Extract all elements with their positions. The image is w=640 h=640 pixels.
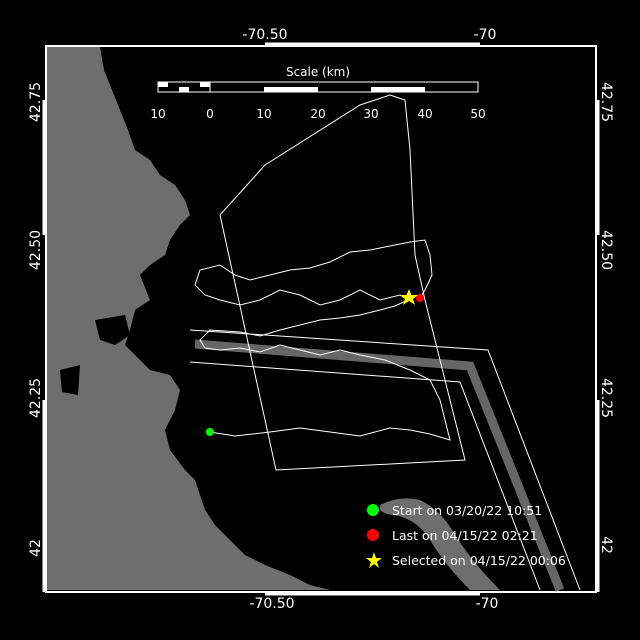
legend-selected-label: Selected on 04/15/22 00:06 bbox=[392, 552, 566, 568]
right-lat-label: 42.75 bbox=[598, 81, 614, 123]
right-lat-label: 42.25 bbox=[598, 377, 614, 419]
scale-tick-label: 10 bbox=[256, 107, 272, 121]
legend-last: Last on 04/15/22 02:21 bbox=[366, 526, 538, 544]
scale-tick-label: 40 bbox=[417, 107, 433, 121]
right-lat-label: 42.50 bbox=[598, 229, 614, 271]
legend-selected: Selected on 04/15/22 00:06 bbox=[366, 551, 566, 569]
selected-star-icon bbox=[366, 552, 382, 568]
start-marker bbox=[206, 428, 214, 436]
legend-start: Start on 03/20/22 10:51 bbox=[366, 501, 542, 519]
scale-tick-label: 10 bbox=[150, 107, 166, 121]
left-lat-label: 42.75 bbox=[28, 81, 44, 123]
bottom-lon-label: -70 bbox=[475, 596, 499, 612]
legend-start-label: Start on 03/20/22 10:51 bbox=[392, 502, 543, 518]
map-canvas bbox=[42, 42, 600, 596]
scale-tick-label: 20 bbox=[310, 107, 326, 121]
top-lon-label: -70 bbox=[473, 27, 497, 43]
left-lat-label: 42.25 bbox=[28, 377, 44, 419]
left-lat-label: 42.50 bbox=[28, 229, 44, 271]
start-dot-icon bbox=[367, 504, 379, 516]
scale-tick-label: 50 bbox=[470, 107, 486, 121]
left-lat-label: 42 bbox=[28, 539, 44, 557]
scale-tick-label: 0 bbox=[206, 107, 214, 121]
last-dot-icon bbox=[367, 529, 379, 541]
scale-bar bbox=[157, 81, 479, 93]
scale-title: Scale (km) bbox=[285, 65, 351, 79]
legend-last-label: Last on 04/15/22 02:21 bbox=[392, 527, 538, 543]
right-lat-label: 42 bbox=[598, 536, 614, 554]
top-lon-label: -70.50 bbox=[242, 27, 288, 43]
scale-tick-label: 30 bbox=[363, 107, 379, 121]
bottom-lon-label: -70.50 bbox=[249, 596, 295, 612]
